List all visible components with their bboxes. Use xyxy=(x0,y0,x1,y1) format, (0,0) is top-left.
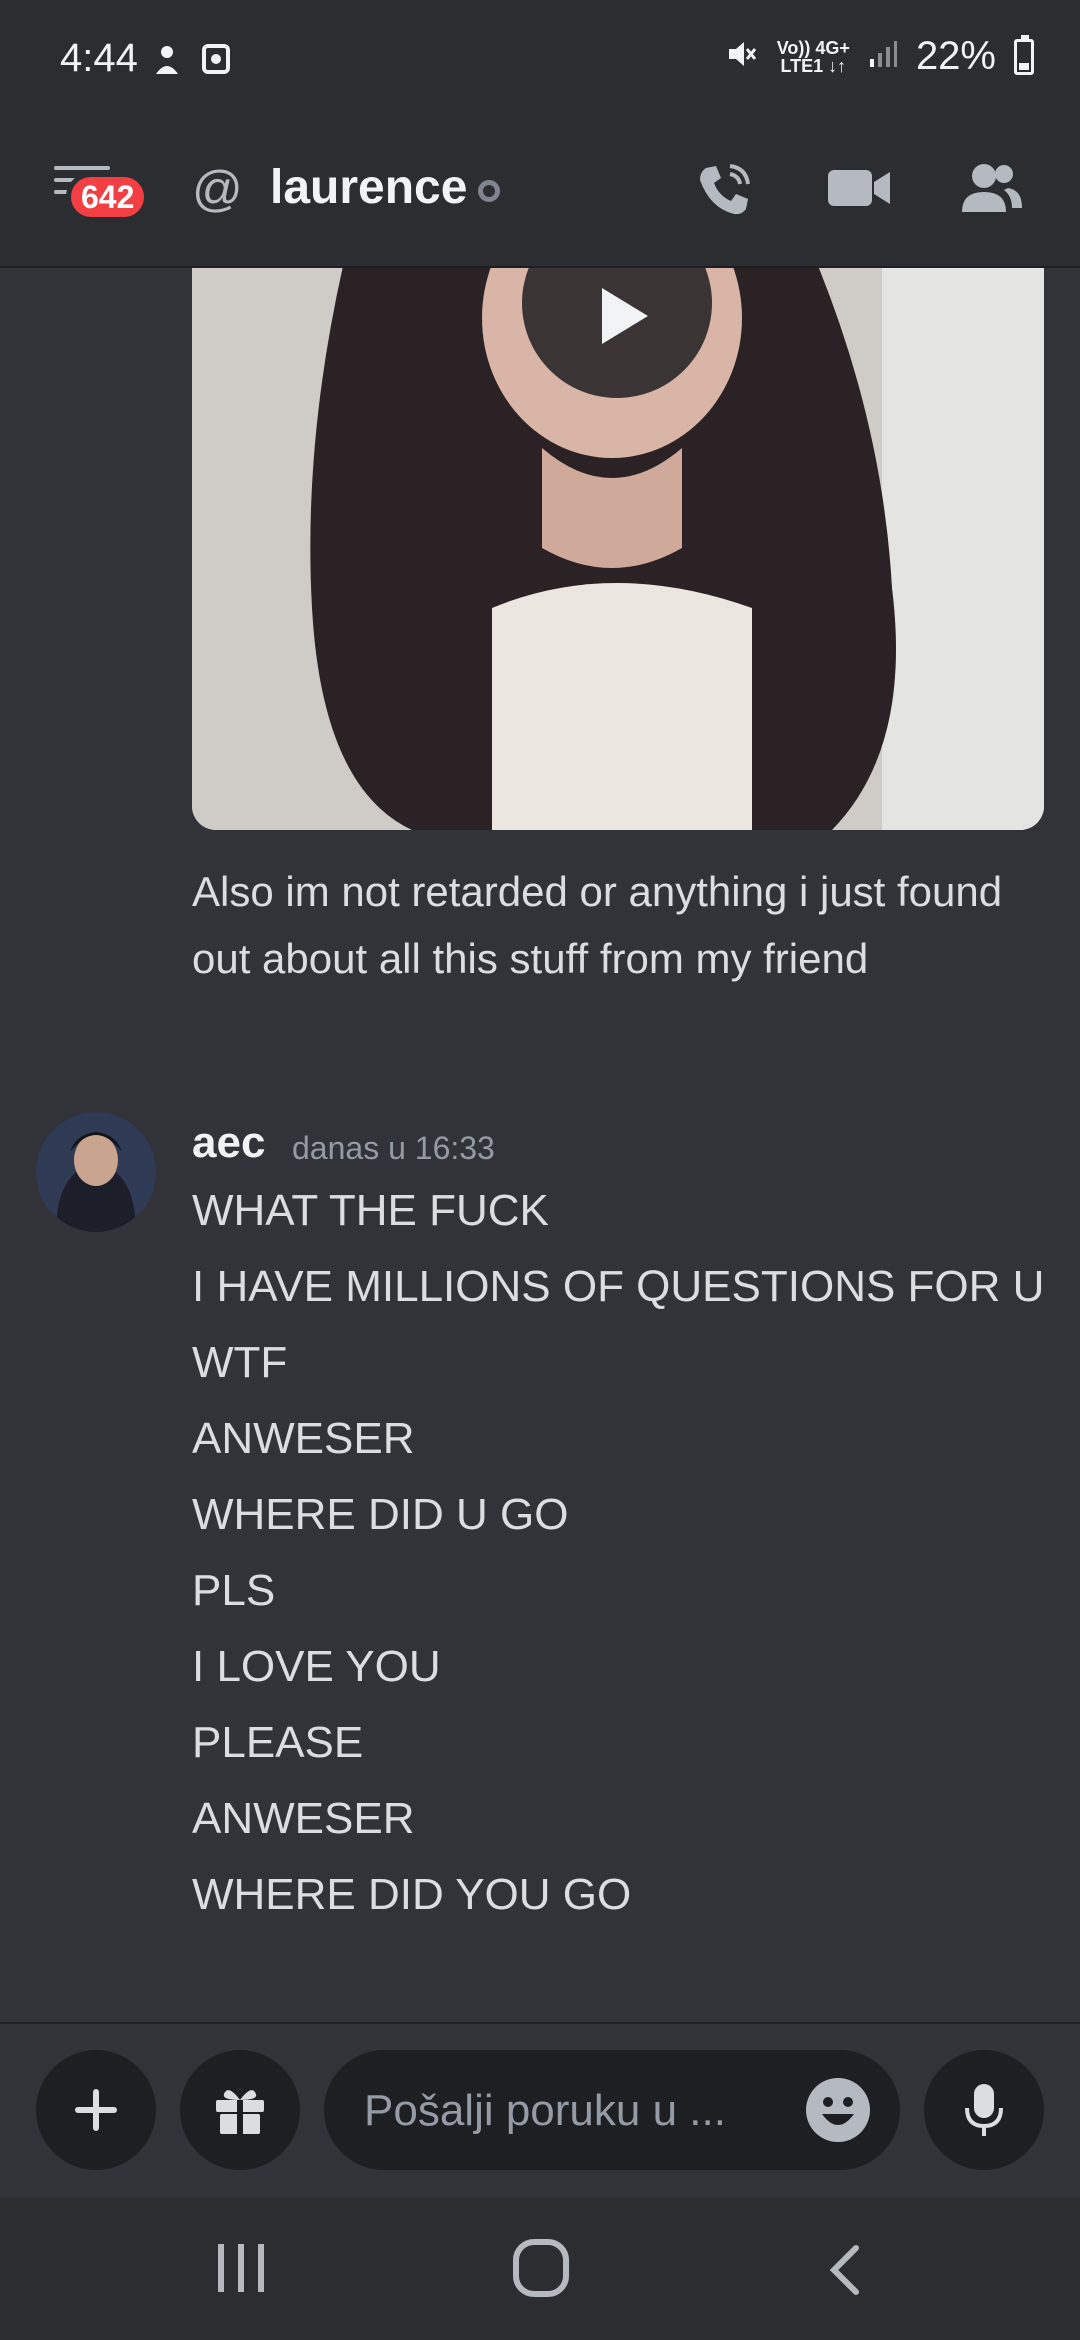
message-input-placeholder: Pošalji poruku u ... xyxy=(364,2086,726,2135)
video-attachment[interactable] xyxy=(192,268,1044,830)
status-dot-icon xyxy=(478,180,500,202)
message-line: PLEASE xyxy=(192,1718,364,1767)
screenshot-icon xyxy=(202,44,230,82)
message-line: WHERE DID YOU GO xyxy=(192,1870,632,1919)
home-icon[interactable] xyxy=(512,2238,570,2298)
network-top: Vo)) 4G+ xyxy=(776,37,850,58)
message-line: WTF xyxy=(192,1338,288,1387)
notification-icon xyxy=(152,44,182,84)
microphone-icon xyxy=(965,2084,1003,2136)
add-attachment-button[interactable] xyxy=(36,2050,156,2170)
message-line: ANWESER xyxy=(192,1794,415,1843)
signal-icon xyxy=(868,39,898,74)
status-bar: 4:44 Vo)) 4G+ LTE1 ↓↑ 22% xyxy=(0,0,1080,128)
message-line: I LOVE YOU xyxy=(192,1642,441,1691)
gift-icon xyxy=(216,2090,264,2134)
channel-header xyxy=(0,128,1080,268)
network-bottom: LTE1 ↓↑ xyxy=(780,55,847,76)
video-call-icon[interactable] xyxy=(826,158,896,218)
network-indicator: Vo)) 4G+ LTE1 ↓↑ xyxy=(777,39,850,75)
message-line: WHERE DID U GO xyxy=(192,1490,569,1539)
message-line: WHAT THE FUCK xyxy=(192,1186,549,1235)
channel-title[interactable]: laurence xyxy=(270,160,467,215)
system-nav-bar xyxy=(0,2198,1080,2340)
message-line: PLS xyxy=(192,1566,276,1615)
at-icon: @ xyxy=(192,161,243,217)
recent-apps-icon[interactable] xyxy=(214,2240,268,2296)
message-line: ANWESER xyxy=(192,1414,415,1463)
message-list[interactable]: Also im not retarded or anything i just … xyxy=(0,268,1080,2022)
message-line: I HAVE MILLIONS OF QUESTIONS FOR U xyxy=(192,1262,1045,1311)
clock: 4:44 xyxy=(60,36,138,80)
phone-call-icon[interactable] xyxy=(692,158,762,218)
gift-button[interactable] xyxy=(180,2050,300,2170)
voice-message-button[interactable] xyxy=(924,2050,1044,2170)
avatar[interactable] xyxy=(36,1112,156,1232)
plus-icon xyxy=(75,2089,117,2131)
message-text: Also im not retarded or anything i just … xyxy=(192,868,1003,982)
members-icon[interactable] xyxy=(956,158,1026,218)
battery-percent: 22% xyxy=(915,34,996,78)
message-input[interactable]: Pošalji poruku u ... xyxy=(324,2050,900,2170)
battery-icon xyxy=(1014,34,1034,75)
emoji-icon[interactable] xyxy=(806,2078,870,2142)
message-timestamp: danas u 16:33 xyxy=(292,1130,495,1166)
message-author[interactable]: aec xyxy=(192,1118,265,1168)
mute-icon xyxy=(725,37,759,76)
back-icon[interactable] xyxy=(824,2242,864,2298)
unread-badge: 642 xyxy=(66,172,150,222)
